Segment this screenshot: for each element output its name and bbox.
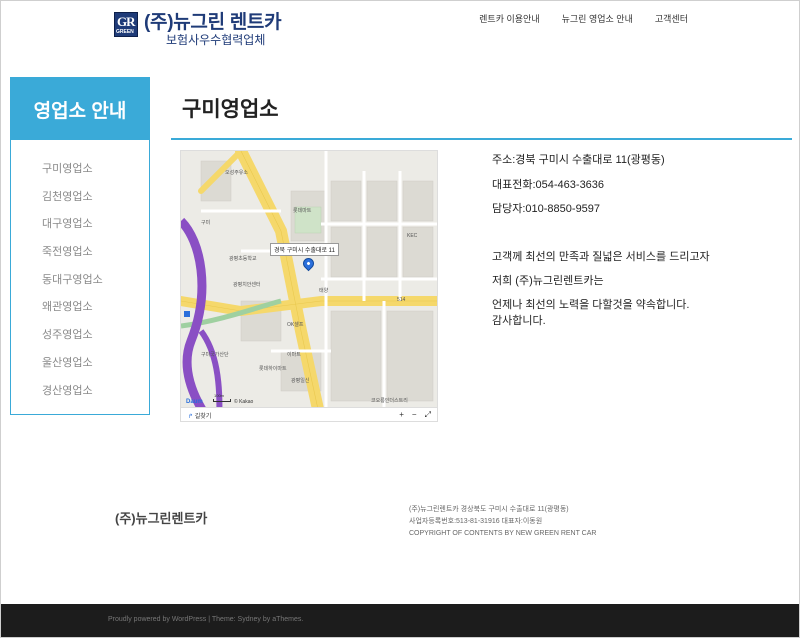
- logo-title: (주)뉴그린 렌트카: [144, 12, 282, 33]
- map-scale-label: 100m: [214, 393, 225, 398]
- footer-info-line: (주)뉴그린렌트카 경상북도 구미시 수출대로 11(광평동): [409, 506, 569, 513]
- logo-badge: GR GREEN: [114, 12, 138, 37]
- sidebar-item-dongdaegu[interactable]: 동대구영업소: [11, 267, 149, 295]
- zoom-in-button[interactable]: +: [399, 410, 404, 420]
- sidebar-item-daegu[interactable]: 대구영업소: [11, 211, 149, 239]
- map-label: 이마트: [287, 352, 301, 358]
- sidebar-item-gumi[interactable]: 구미영업소: [11, 156, 149, 184]
- map-label: 롯데마트: [293, 208, 312, 214]
- page-title: 구미영업소: [182, 98, 279, 121]
- sidebar-item-jukjeon[interactable]: 죽전영업소: [11, 239, 149, 267]
- nav-item-branch-guide[interactable]: 뉴그린 영업소 안내: [562, 12, 633, 25]
- map-toolbar: ↱ 길찾기 + − ⤢: [181, 407, 437, 421]
- map-address-callout: 경북 구미시 수출대로 11: [270, 243, 339, 256]
- main-nav: 렌트카 이용안내 뉴그린 영업소 안내 고객센터: [479, 12, 688, 25]
- map-label: KEC: [407, 233, 418, 239]
- title-divider: [171, 138, 792, 140]
- map-label: 코오롱인더스트리: [371, 398, 408, 404]
- footer-company-name: (주)뉴그린렌트카: [115, 511, 208, 526]
- footer-info-line: 사업자등록번호:513-81-31916 대표자:이동원: [409, 518, 543, 525]
- site-footer: Proudly powered by WordPress | Theme: Sy…: [0, 604, 800, 638]
- map-label: 광평초등학교: [229, 256, 257, 262]
- map-canvas: [181, 151, 437, 421]
- site-logo[interactable]: GR GREEN (주)뉴그린 렌트카 보험사우수협력업체: [114, 12, 282, 47]
- footer-company-info: (주)뉴그린렌트카 경상북도 구미시 수출대로 11(광평동) 사업자등록번호:…: [409, 504, 596, 540]
- sidebar-item-seongju[interactable]: 성주영업소: [11, 322, 149, 350]
- sidebar-item-ulsan[interactable]: 울산영업소: [11, 350, 149, 378]
- logo-subtitle: 보험사우수협력업체: [166, 33, 266, 47]
- branch-manager: 담당자:010-8850-9597: [492, 203, 601, 215]
- map-label: 광평치안센터: [233, 282, 261, 288]
- branch-phone: 대표전화:054-463-3636: [492, 179, 605, 191]
- zoom-out-button[interactable]: −: [412, 410, 417, 420]
- sidebar-title: 영업소 안내: [11, 78, 149, 140]
- location-map[interactable]: 오성주유소 롯데마트 KEC 광평초등학교 광평치안센터 구미 OK셀프 이마트…: [180, 150, 438, 422]
- map-label: 514: [397, 297, 406, 303]
- branch-sidebar: 영업소 안내 구미영업소 김천영업소 대구영업소 죽전영업소 동대구영업소 왜관…: [10, 77, 150, 415]
- map-label: 구미국가산단: [201, 352, 229, 358]
- map-copyright: © Kakao: [234, 399, 254, 405]
- footer-info-line: COPYRIGHT OF CONTENTS BY NEW GREEN RENT …: [409, 530, 597, 537]
- branch-list: 구미영업소 김천영업소 대구영업소 죽전영업소 동대구영업소 왜관영업소 성주영…: [11, 140, 149, 405]
- map-label: OK셀프: [287, 322, 304, 328]
- directions-icon: ↱: [188, 414, 194, 420]
- logo-badge-sub: GREEN: [116, 29, 134, 35]
- nav-item-customer-center[interactable]: 고객센터: [655, 12, 688, 25]
- branch-address: 주소:경북 구미시 수출대로 11(광평동): [492, 154, 665, 166]
- map-scale-bar: [213, 399, 231, 402]
- message-line: 저희 (주)뉴그린렌트카는: [492, 275, 604, 287]
- directions-button[interactable]: ↱ 길찾기: [188, 411, 211, 420]
- logo-badge-text: GR: [117, 14, 135, 29]
- map-controls: + − ⤢: [399, 410, 431, 420]
- sidebar-item-gimcheon[interactable]: 김천영업소: [11, 184, 149, 212]
- message-line: 언제나 최선의 노력을 다할것을 약속합니다.: [492, 299, 690, 311]
- message-line: 고객께 최선의 만족과 질넓은 서비스를 드리고자: [492, 251, 710, 263]
- map-logo: Daum: [186, 399, 203, 405]
- fullscreen-icon[interactable]: ⤢: [425, 410, 431, 420]
- map-label: 오성주유소: [225, 170, 249, 176]
- map-label: 롯데하이마트: [259, 366, 287, 372]
- sidebar-item-gyeongsan[interactable]: 경산영업소: [11, 378, 149, 406]
- map-label: 구미: [201, 220, 211, 226]
- powered-by-text[interactable]: Proudly powered by WordPress | Theme: Sy…: [108, 616, 303, 623]
- message-line: 감사합니다.: [492, 315, 546, 327]
- nav-item-rental-guide[interactable]: 렌트카 이용안내: [479, 12, 539, 25]
- map-label: 광평일신: [291, 378, 310, 384]
- sidebar-item-waegwan[interactable]: 왜관영업소: [11, 294, 149, 322]
- map-label: 태양: [319, 288, 329, 294]
